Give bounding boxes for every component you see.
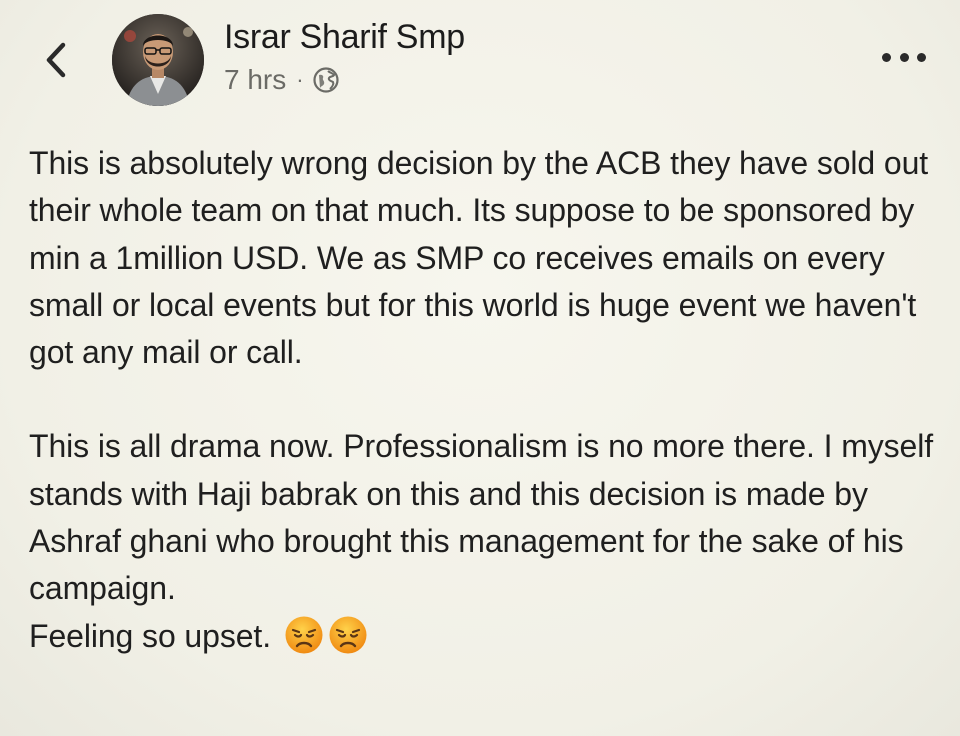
more-dot (917, 52, 926, 62)
post-view: Israr Sharif Smp 7 hrs · This is absolut… (0, 0, 960, 736)
author-name[interactable]: Israr Sharif Smp (224, 18, 465, 57)
avatar[interactable] (112, 14, 204, 106)
more-dot (899, 52, 909, 62)
disappointed-face-emoji-icon (285, 616, 323, 654)
disappointed-face-emoji-icon (329, 616, 367, 654)
post-feeling-text: Feeling so upset. (29, 617, 272, 654)
meta-separator: · (296, 67, 304, 92)
post-body: This is absolutely wrong decision by the… (29, 140, 939, 660)
more-options-button[interactable] (882, 42, 926, 72)
post-timestamp[interactable]: 7 hrs (224, 64, 286, 96)
back-button[interactable] (36, 38, 76, 82)
post-header: Israr Sharif Smp 7 hrs · (0, 0, 960, 120)
avatar-photo (112, 14, 204, 106)
more-dot (882, 52, 891, 62)
post-paragraph: This is absolutely wrong decision by the… (29, 145, 929, 371)
chevron-left-icon (46, 42, 66, 78)
post-feeling-line: Feeling so upset. (29, 613, 939, 660)
post-paragraph: This is all drama now. Professionalism i… (29, 428, 934, 607)
post-meta: 7 hrs · (224, 64, 340, 96)
globe-icon[interactable] (312, 66, 340, 94)
